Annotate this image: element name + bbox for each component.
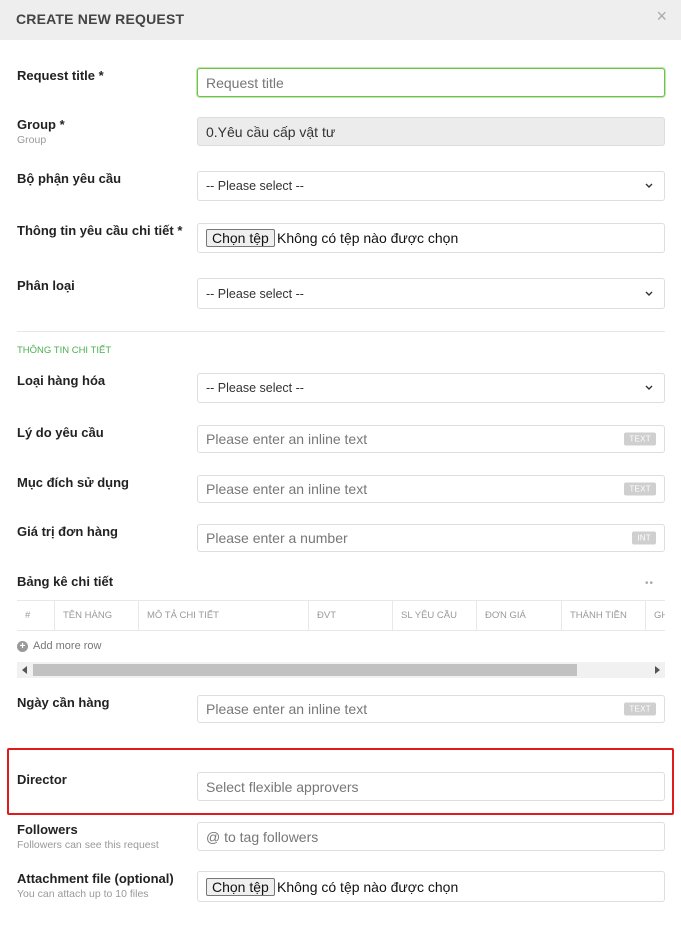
- close-icon[interactable]: ×: [656, 6, 667, 26]
- order-value-input[interactable]: Please enter a number INT: [197, 524, 665, 552]
- choose-file-button[interactable]: Chọn tệp: [206, 229, 275, 247]
- attachment-sublabel: You can attach up to 10 files: [17, 888, 149, 900]
- reason-label: Lý do yêu cầu: [17, 425, 104, 440]
- group-field: 0.Yêu cầu cấp vật tư: [197, 117, 665, 146]
- needed-date-label: Ngày cần hàng: [17, 695, 110, 710]
- goods-type-selected-value: -- Please select --: [206, 381, 304, 395]
- order-value-label: Giá trị đơn hàng: [17, 524, 118, 539]
- group-sublabel: Group: [17, 134, 47, 146]
- director-placeholder: Select flexible approvers: [206, 778, 359, 795]
- file-status-text: Không có tệp nào được chọn: [277, 230, 459, 246]
- detail-table: # TÊN HÀNG MÔ TẢ CHI TIẾT ĐVT SL YÊU CẦU…: [17, 600, 665, 631]
- table-header-cell: MÔ TẢ CHI TIẾT: [138, 601, 308, 630]
- department-selected-value: -- Please select --: [206, 179, 304, 193]
- followers-sublabel: Followers can see this request: [17, 839, 159, 851]
- text-type-badge: TEXT: [624, 432, 656, 446]
- scroll-left-arrow-icon[interactable]: [22, 666, 27, 674]
- choose-file-button[interactable]: Chọn tệp: [206, 877, 275, 896]
- request-title-label: Request title *: [17, 68, 104, 83]
- add-row-label: Add more row: [33, 640, 102, 652]
- detail-info-label: Thông tin yêu cầu chi tiết *: [17, 223, 183, 238]
- table-header-cell: ĐƠN GIÁ: [476, 601, 561, 630]
- table-header-cell: ĐVT: [308, 601, 392, 630]
- category-select[interactable]: -- Please select --: [197, 278, 665, 309]
- director-label: Director: [17, 772, 67, 787]
- department-label: Bộ phận yêu cầu: [17, 171, 122, 186]
- chevron-down-icon: [645, 385, 653, 390]
- file-status-text: Không có tệp nào được chọn: [277, 878, 459, 895]
- purpose-label: Mục đích sử dụng: [17, 475, 129, 490]
- needed-date-placeholder: Please enter an inline text: [206, 701, 368, 717]
- chevron-down-icon: [645, 291, 653, 296]
- category-label: Phân loại: [17, 278, 75, 293]
- detail-info-file-input[interactable]: Chọn tệp Không có tệp nào được chọn: [197, 223, 665, 253]
- group-value: 0.Yêu cầu cấp vật tư: [206, 123, 336, 140]
- add-row-button[interactable]: + Add more row: [17, 640, 101, 652]
- category-selected-value: -- Please select --: [206, 286, 304, 301]
- purpose-placeholder: Please enter an inline text: [206, 481, 368, 497]
- details-section-title: THÔNG TIN CHI TIẾT: [17, 345, 112, 356]
- scroll-right-arrow-icon[interactable]: [655, 666, 660, 674]
- more-options-icon[interactable]: ••: [645, 578, 654, 589]
- order-value-placeholder: Please enter a number: [206, 530, 348, 546]
- scrollbar-thumb[interactable]: [33, 664, 577, 676]
- needed-date-input[interactable]: Please enter an inline text TEXT: [197, 695, 665, 723]
- dialog-header: CREATE NEW REQUEST ×: [0, 0, 681, 40]
- reason-input[interactable]: Please enter an inline text TEXT: [197, 425, 665, 453]
- attachment-label: Attachment file (optional): [17, 871, 174, 886]
- followers-input[interactable]: @ to tag followers: [197, 822, 665, 851]
- table-header-cell: #: [25, 610, 31, 621]
- chevron-down-icon: [645, 183, 653, 188]
- dialog-title: CREATE NEW REQUEST: [16, 11, 185, 27]
- section-divider: [17, 331, 665, 332]
- horizontal-scrollbar[interactable]: [17, 662, 665, 678]
- purpose-input[interactable]: Please enter an inline text TEXT: [197, 475, 665, 503]
- request-title-placeholder: Request title: [206, 74, 284, 91]
- table-header-cell: TÊN HÀNG: [54, 601, 138, 630]
- table-header-cell: SL YÊU CẦU: [392, 601, 476, 630]
- text-type-badge: TEXT: [624, 482, 656, 496]
- detail-table-label: Bảng kê chi tiết: [17, 574, 114, 589]
- followers-placeholder: @ to tag followers: [206, 828, 319, 845]
- goods-type-label: Loại hàng hóa: [17, 373, 106, 388]
- followers-label: Followers: [17, 822, 78, 837]
- director-approver-input[interactable]: Select flexible approvers: [197, 772, 665, 801]
- plus-circle-icon: +: [17, 640, 28, 652]
- goods-type-select[interactable]: -- Please select --: [197, 373, 665, 403]
- table-header-cell: THÀNH TIỀN: [561, 601, 645, 630]
- group-label: Group *: [17, 117, 65, 132]
- int-type-badge: INT: [632, 531, 656, 545]
- text-type-badge: TEXT: [624, 702, 656, 716]
- attachment-file-input[interactable]: Chọn tệp Không có tệp nào được chọn: [197, 871, 665, 902]
- department-select[interactable]: -- Please select --: [197, 171, 665, 201]
- table-header-cell: GH: [645, 601, 665, 630]
- request-title-input[interactable]: Request title: [197, 68, 665, 97]
- reason-placeholder: Please enter an inline text: [206, 431, 368, 447]
